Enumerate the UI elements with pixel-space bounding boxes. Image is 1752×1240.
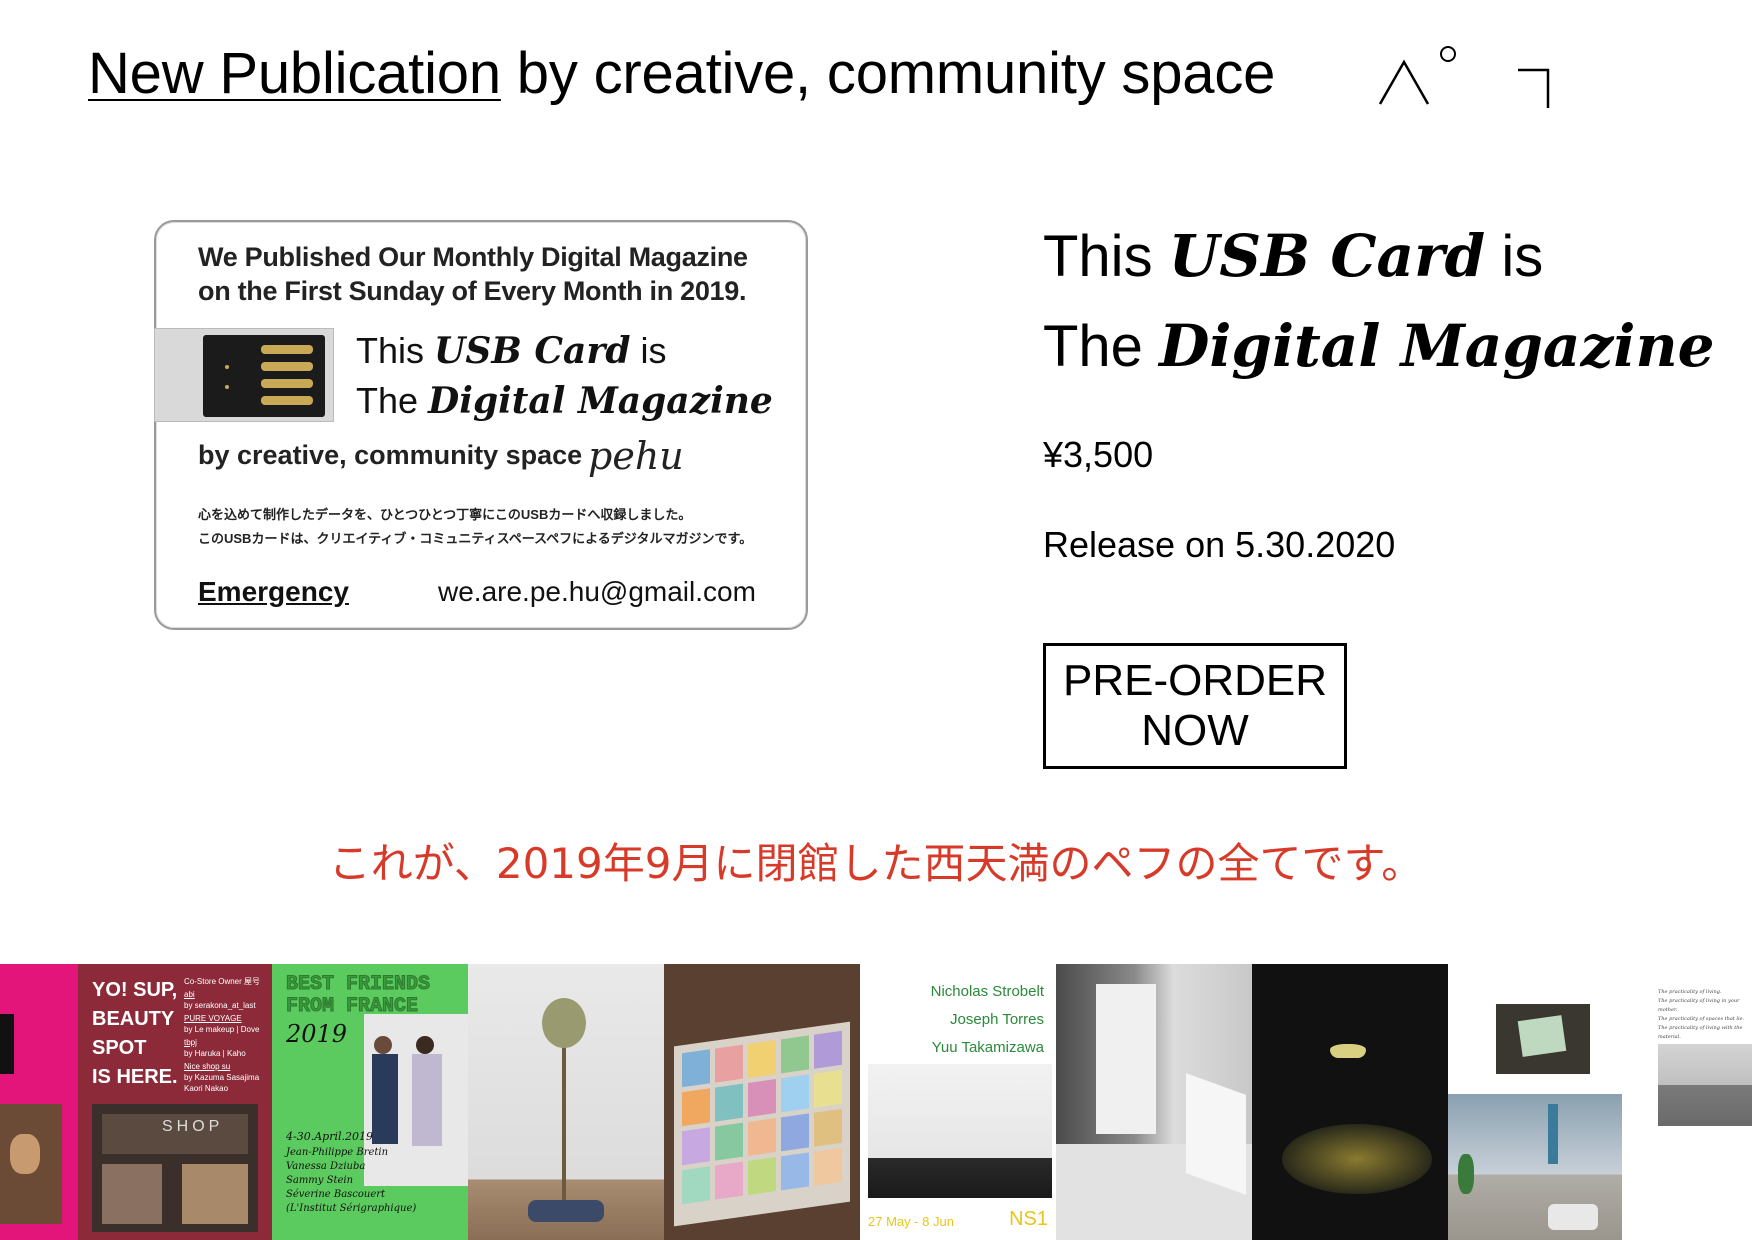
poster-text-line: The practicality of spaces that lie. xyxy=(1658,1016,1745,1022)
gallery-image-9[interactable]: The practicality of living. The practica… xyxy=(1448,964,1752,1240)
poster-artist: (L'Institut Sérigraphique) xyxy=(286,1203,417,1214)
gallery-image-7[interactable] xyxy=(1056,964,1252,1240)
poster-title-line: IS HERE. xyxy=(92,1066,178,1088)
poster-text-line: The practicality of living in your mothe… xyxy=(1658,998,1740,1013)
poster-artist: Nicholas Strobelt xyxy=(930,983,1044,1000)
poster-artist: Séverine Bascouert xyxy=(286,1189,386,1200)
pehu-logo-icon xyxy=(1378,46,1550,108)
poster-item-name: tbpj xyxy=(184,1038,197,1047)
poster-dates: 27 May - 8 Jun xyxy=(868,1214,954,1229)
poster-item-by: by Kazuma Sasajima Kaori Nakao xyxy=(184,1073,260,1093)
poster-artist: Sammy Stein xyxy=(286,1175,354,1186)
gallery-strip: YO! SUP, BEAUTY SPOT IS HERE. Co-Store O… xyxy=(0,964,1752,1240)
poster-title-line: SPOT xyxy=(92,1037,147,1059)
product-title-line1: This USB Card is xyxy=(1043,222,1544,290)
header-text: by creative, community space xyxy=(500,41,1276,106)
new-publication-link[interactable]: New Publication xyxy=(88,41,501,106)
card-signature: pehu xyxy=(588,434,684,478)
gallery-image-6[interactable]: Nicholas Strobelt Joseph Torres Yuu Taka… xyxy=(860,964,1056,1240)
card-by-line: by creative, community space xyxy=(198,440,583,470)
product-title-line2: The Digital Magazine xyxy=(1043,312,1715,380)
poster-item-by: by Haruka | Kaho xyxy=(184,1049,246,1058)
poster-year: 2019 xyxy=(286,1020,348,1048)
poster-artist: Yuu Takamizawa xyxy=(931,1039,1044,1056)
release-date: Release on 5.30.2020 xyxy=(1043,524,1396,565)
poster-item-name: Nice shop su xyxy=(184,1062,231,1071)
page-header: New Publication by creative, community s… xyxy=(88,40,1275,107)
card-emergency: Emergency xyxy=(198,576,349,607)
card-japanese-line1: 心を込めて制作したデータを、ひとつひとつ丁寧にこのUSBカードへ収録しました。 xyxy=(198,507,692,522)
poster-text-line: The practicality of living. xyxy=(1658,989,1722,995)
poster-artist: Jean-Philippe Bretin xyxy=(286,1147,389,1158)
gallery-image-3[interactable]: BEST FRIENDS FROM FRANCE 2019 4-30.April… xyxy=(272,964,468,1240)
card-email: we.are.pe.hu@gmail.com xyxy=(438,576,756,607)
poster-owner-label: Co-Store Owner 屋号 xyxy=(184,977,261,986)
usb-chip-icon xyxy=(203,335,325,417)
tagline: これが、2019年9月に閉館した西天満のペフの全てです。 xyxy=(328,839,1424,888)
gallery-image-1[interactable] xyxy=(0,964,78,1240)
poster-title-line: BEAUTY xyxy=(92,1008,175,1030)
usb-card-image: We Published Our Monthly Digital Magazin… xyxy=(154,220,808,630)
poster-artist: Vanessa Dziuba xyxy=(286,1161,366,1172)
gallery-image-5[interactable] xyxy=(664,964,860,1240)
usb-connector xyxy=(154,328,334,422)
poster-item-by: by Le makeup | Dove xyxy=(184,1025,260,1034)
gallery-image-8[interactable] xyxy=(1252,964,1448,1240)
product-price: ¥3,500 xyxy=(1043,434,1154,475)
poster-artist: Joseph Torres xyxy=(950,1011,1044,1028)
shop-sign: SHOP xyxy=(162,1118,224,1135)
card-text-line2: on the First Sunday of Every Month in 20… xyxy=(198,276,747,306)
pre-order-button[interactable]: PRE-ORDER NOW xyxy=(1043,643,1347,769)
card-text-line1: We Published Our Monthly Digital Magazin… xyxy=(198,242,748,272)
card-japanese-line2: このUSBカードは、クリエイティブ・コミュニティスペースペフによるデジタルマガジ… xyxy=(198,531,753,546)
poster-dates: 4-30.April.2019 xyxy=(286,1130,373,1143)
poster-title-line: BEST FRIENDS xyxy=(285,973,431,996)
card-title-line1: This USB Card is xyxy=(356,330,667,372)
poster-item-by: by serakona_at_last xyxy=(184,1001,256,1010)
gallery-image-2[interactable]: YO! SUP, BEAUTY SPOT IS HERE. Co-Store O… xyxy=(78,964,272,1240)
poster-item-name: PURE VOYAGE xyxy=(184,1014,242,1023)
card-title-line2: The Digital Magazine xyxy=(356,380,773,422)
poster-item-name: abi xyxy=(184,990,195,999)
poster-title-line: YO! SUP, xyxy=(92,979,178,1001)
gallery-image-4[interactable] xyxy=(468,964,664,1240)
poster-code: NS1 xyxy=(1009,1208,1048,1230)
poster-text-line: The practicality of living with the mate… xyxy=(1658,1025,1743,1040)
